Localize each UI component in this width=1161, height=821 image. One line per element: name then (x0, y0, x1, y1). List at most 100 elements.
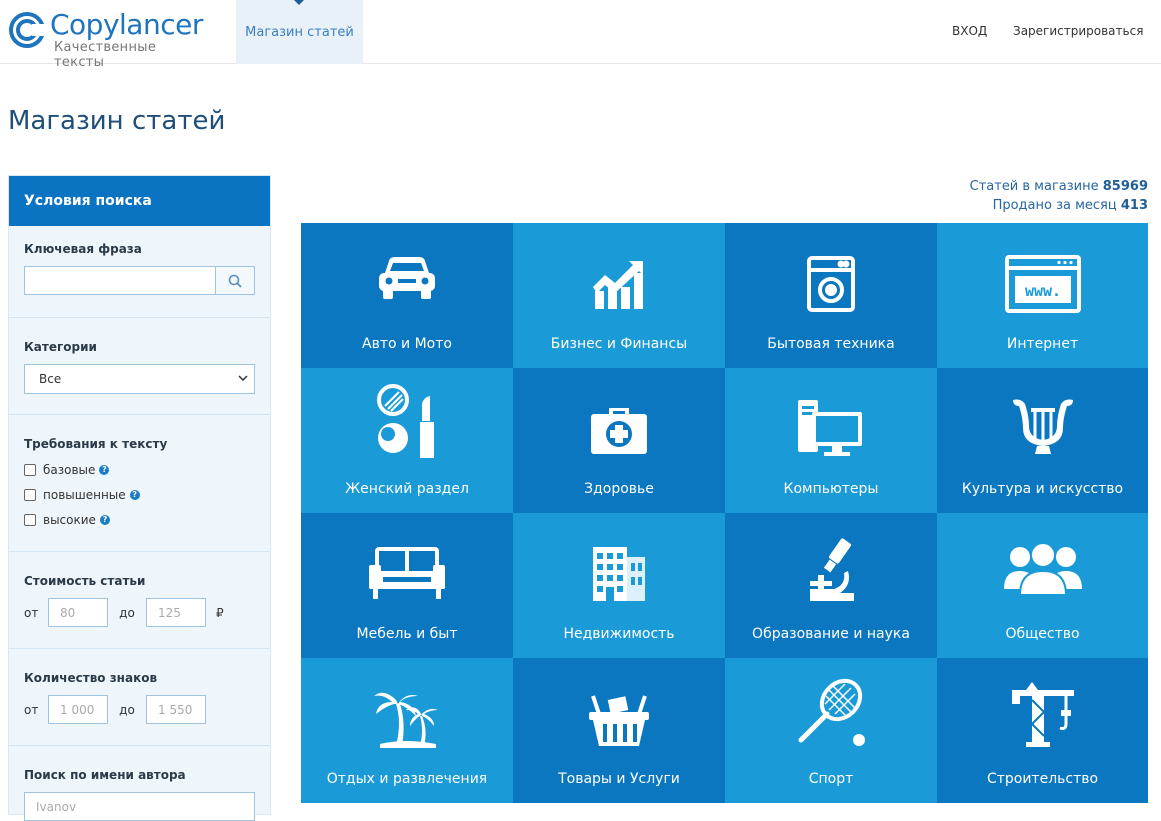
price-to-input[interactable]: 125 (146, 598, 206, 627)
category-tile-appliances[interactable]: Бытовая техника (725, 223, 937, 368)
category-label: Категории (24, 340, 97, 354)
price-to-label: до (119, 605, 135, 620)
site-header: Copylancer Качественные тексты Магазин с… (0, 0, 1161, 70)
nav-tab-article-store[interactable]: Магазин статей (236, 0, 363, 64)
computer-icon (798, 400, 862, 456)
category-tile-health[interactable]: Здоровье (513, 368, 725, 513)
price-from-label: от (24, 605, 39, 620)
stats-in-store-label: Статей в магазине (969, 179, 1099, 194)
checkbox[interactable] (24, 463, 36, 476)
requirements-label: Требования к тексту (24, 437, 168, 451)
category-selected-value: Все (39, 372, 62, 386)
logo-name: Copylancer (50, 8, 203, 41)
browser-www-icon: www. (1004, 255, 1081, 313)
category-tile-culture[interactable]: Культура и искусство (937, 368, 1148, 513)
store-stats: Статей в магазине 85969 Продано за месяц… (970, 177, 1148, 215)
tennis-racket-icon (798, 678, 865, 746)
help-icon[interactable]: ? (99, 464, 110, 475)
help-icon[interactable]: ? (129, 489, 140, 500)
page-title: Магазин статей (8, 106, 226, 136)
category-tile-auto[interactable]: Авто и Мото (301, 223, 513, 368)
search-button[interactable] (215, 266, 255, 295)
chars-section: Количество знаков от 1 000 до 1 550 (9, 649, 270, 746)
search-sidebar: Условия поиска Ключевая фраза Категории … (8, 175, 271, 821)
author-section: Поиск по имени автора Ivanov (9, 746, 270, 821)
lyre-icon (1012, 399, 1073, 454)
keyword-section: Ключевая фраза (9, 226, 270, 318)
requirement-label: повышенные (43, 487, 126, 502)
chevron-down-icon (238, 375, 248, 382)
stats-sold-value: 413 (1120, 198, 1148, 213)
category-tile-sport[interactable]: Спорт (725, 658, 937, 803)
microscope-icon (810, 538, 854, 601)
requirement-basic[interactable]: базовые? (24, 457, 255, 482)
category-label: Бизнес и Финансы (550, 336, 688, 352)
category-tile-internet[interactable]: www. Интернет (937, 223, 1148, 368)
chars-from-label: от (24, 702, 39, 717)
search-icon (228, 274, 242, 288)
category-tile-realty[interactable]: Недвижимость (513, 513, 725, 658)
currency-symbol: ₽ (216, 605, 224, 620)
category-select[interactable]: Все (24, 364, 255, 394)
category-tile-education[interactable]: Образование и наука (725, 513, 937, 658)
category-tile-furniture[interactable]: Мебель и быт (301, 513, 513, 658)
category-label: Образование и наука (752, 626, 910, 642)
stats-in-store: Статей в магазине 85969 (970, 177, 1148, 196)
chars-to-label: до (119, 702, 135, 717)
category-tile-computers[interactable]: Компьютеры (725, 368, 937, 513)
category-label: Бытовая техника (767, 336, 895, 352)
chars-to-input[interactable]: 1 550 (146, 695, 206, 724)
category-tile-women[interactable]: Женский раздел (301, 368, 513, 513)
login-link[interactable]: ВХОД (952, 24, 987, 38)
sidebar-title: Условия поиска (9, 176, 270, 226)
medical-kit-icon (591, 408, 647, 454)
register-link[interactable]: Зарегистрироваться (1013, 24, 1143, 38)
category-label: Отдых и развлечения (326, 771, 488, 787)
chars-label: Количество знаков (24, 671, 158, 685)
shopping-basket-icon (589, 695, 649, 746)
category-label: Общество (1005, 626, 1080, 642)
washing-machine-icon (807, 256, 855, 312)
keyword-input[interactable] (24, 266, 216, 295)
logo-mark-icon (9, 12, 46, 48)
author-label: Поиск по имени автора (24, 768, 186, 782)
author-search-input[interactable]: Ivanov (24, 792, 255, 821)
stats-in-store-value: 85969 (1102, 179, 1148, 194)
price-section: Стоимость статьи от 80 до 125 ₽ (9, 552, 270, 649)
category-grid: Авто и Мото Бизнес и Финансы Бытовая тех… (301, 223, 1148, 803)
category-label: Культура и искусство (961, 481, 1124, 497)
car-icon (379, 257, 435, 299)
category-label: Здоровье (584, 481, 654, 497)
logo[interactable]: Copylancer Качественные тексты (8, 8, 208, 70)
business-chart-icon (593, 261, 643, 309)
category-tile-construction[interactable]: Строительство (937, 658, 1148, 803)
category-tile-business[interactable]: Бизнес и Финансы (513, 223, 725, 368)
price-label: Стоимость статьи (24, 574, 146, 588)
requirement-label: высокие (43, 512, 96, 527)
requirements-section: Требования к тексту базовые? повышенные?… (9, 415, 270, 552)
logo-tagline: Качественные тексты (54, 40, 157, 70)
svg-text:www.: www. (1024, 282, 1060, 300)
category-label: Недвижимость (563, 626, 675, 642)
category-tile-leisure[interactable]: Отдых и развлечения (301, 658, 513, 803)
price-from-input[interactable]: 80 (48, 598, 108, 627)
buildings-icon (593, 547, 645, 601)
category-label: Женский раздел (345, 481, 469, 497)
category-label: Спорт (808, 771, 854, 787)
crane-icon (1011, 682, 1074, 747)
category-label: Товары и Услуги (558, 771, 680, 787)
category-tile-society[interactable]: Общество (937, 513, 1148, 658)
category-section: Категории Все (9, 318, 270, 415)
stats-sold-label: Продано за месяц (992, 198, 1117, 213)
requirement-high[interactable]: высокие? (24, 507, 255, 532)
checkbox[interactable] (24, 513, 36, 526)
sofa-icon (369, 547, 445, 599)
stats-sold: Продано за месяц 413 (970, 196, 1148, 215)
category-label: Авто и Мото (362, 336, 452, 352)
chars-from-input[interactable]: 1 000 (48, 695, 108, 724)
category-tile-goods[interactable]: Товары и Услуги (513, 658, 725, 803)
cosmetics-icon (377, 384, 434, 458)
checkbox[interactable] (24, 488, 36, 501)
requirement-advanced[interactable]: повышенные? (24, 482, 255, 507)
help-icon[interactable]: ? (99, 514, 110, 525)
